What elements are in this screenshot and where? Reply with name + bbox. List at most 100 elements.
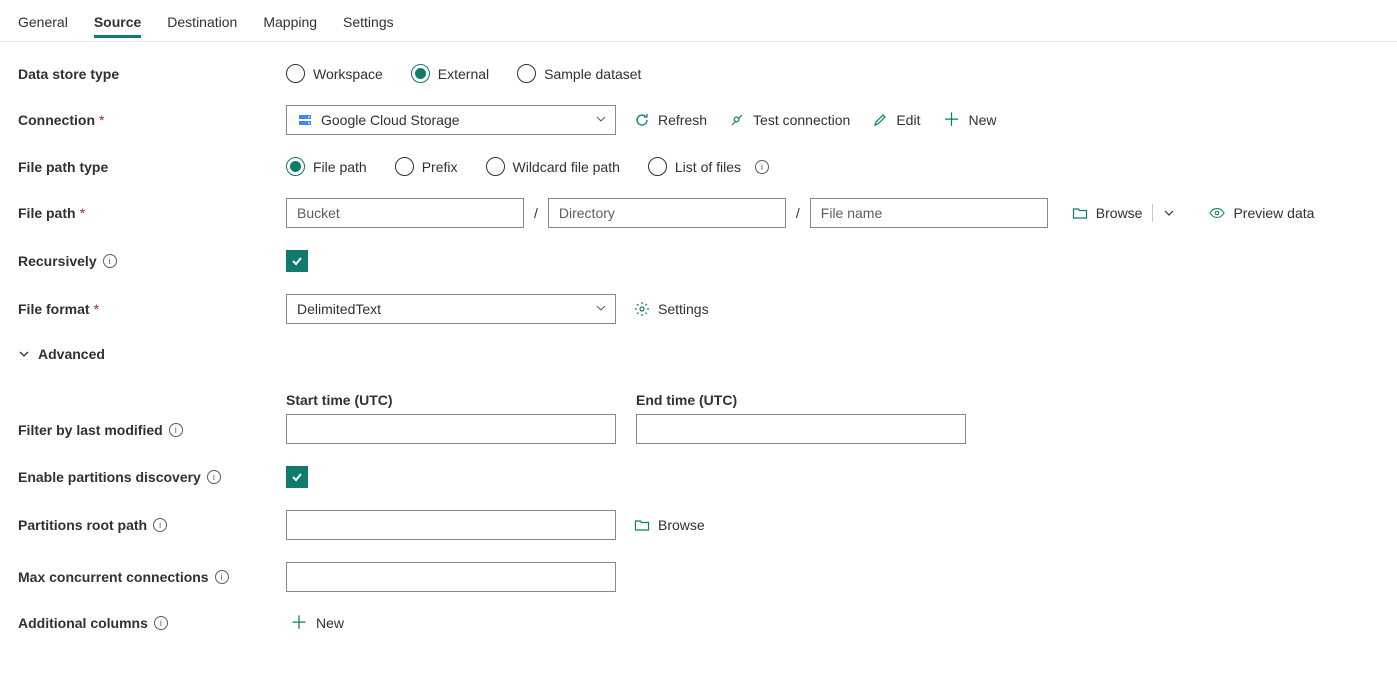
chevron-down-icon — [595, 112, 607, 128]
radio-icon — [411, 64, 430, 83]
row-enable-partitions-discovery: Enable partitions discovery i — [0, 466, 1397, 488]
radio-workspace-label: Workspace — [313, 66, 383, 82]
new-column-label: New — [316, 615, 344, 631]
plus-icon: ＋ — [290, 614, 308, 632]
tab-destination[interactable]: Destination — [167, 4, 237, 38]
radio-list-of-files[interactable]: List of files i — [648, 157, 769, 176]
label-additional-columns: Additional columns i — [18, 615, 286, 631]
label-start-time: Start time (UTC) — [286, 392, 616, 408]
info-icon[interactable]: i — [169, 423, 183, 437]
folder-icon — [634, 517, 650, 533]
info-icon[interactable]: i — [755, 160, 769, 174]
info-icon[interactable]: i — [215, 570, 229, 584]
radio-file-path-label: File path — [313, 159, 367, 175]
chevron-down-icon — [1163, 207, 1175, 219]
radio-icon — [517, 64, 536, 83]
file-path-type-group: File path Prefix Wildcard file path List… — [286, 157, 769, 176]
check-icon — [290, 470, 304, 484]
radio-icon — [395, 157, 414, 176]
preview-icon — [1209, 205, 1225, 221]
enable-partitions-discovery-checkbox[interactable] — [286, 466, 308, 488]
radio-sample-dataset[interactable]: Sample dataset — [517, 64, 641, 83]
radio-external-label: External — [438, 66, 489, 82]
info-icon[interactable]: i — [207, 470, 221, 484]
file-format-value: DelimitedText — [297, 301, 381, 317]
refresh-button[interactable]: Refresh — [630, 112, 711, 128]
radio-icon — [286, 64, 305, 83]
preview-data-button[interactable]: Preview data — [1205, 205, 1318, 221]
path-separator: / — [792, 205, 804, 221]
radio-list-of-files-label: List of files — [675, 159, 741, 175]
radio-icon — [486, 157, 505, 176]
tab-settings[interactable]: Settings — [343, 4, 394, 38]
radio-prefix[interactable]: Prefix — [395, 157, 458, 176]
connection-value: Google Cloud Storage — [321, 112, 460, 128]
connection-select[interactable]: Google Cloud Storage — [286, 105, 616, 135]
directory-input[interactable] — [548, 198, 786, 228]
info-icon[interactable]: i — [154, 616, 168, 630]
radio-file-path[interactable]: File path — [286, 157, 367, 176]
test-connection-icon — [729, 112, 745, 128]
new-connection-button[interactable]: ＋ New — [938, 111, 1000, 129]
filename-input[interactable] — [810, 198, 1048, 228]
partitions-root-path-input[interactable] — [286, 510, 616, 540]
radio-prefix-label: Prefix — [422, 159, 458, 175]
edit-button[interactable]: Edit — [868, 112, 924, 128]
browse-button[interactable]: Browse — [1068, 205, 1147, 221]
test-connection-button[interactable]: Test connection — [725, 112, 854, 128]
file-format-select[interactable]: DelimitedText — [286, 294, 616, 324]
data-store-type-group: Workspace External Sample dataset — [286, 64, 641, 83]
radio-icon — [648, 157, 667, 176]
info-icon[interactable]: i — [103, 254, 117, 268]
label-connection: Connection* — [18, 112, 286, 128]
advanced-toggle[interactable]: Advanced — [0, 346, 1397, 362]
label-enable-partitions-discovery: Enable partitions discovery i — [18, 469, 286, 485]
check-icon — [290, 254, 304, 268]
row-recursively: Recursively i — [0, 250, 1397, 272]
tab-mapping[interactable]: Mapping — [263, 4, 317, 38]
browse-label: Browse — [1096, 205, 1143, 221]
label-file-path-type: File path type — [18, 159, 286, 175]
edit-label: Edit — [896, 112, 920, 128]
settings-label: Settings — [658, 301, 709, 317]
label-data-store-type: Data store type — [18, 66, 286, 82]
advanced-label: Advanced — [38, 346, 105, 362]
label-file-format: File format* — [18, 301, 286, 317]
settings-icon — [634, 301, 650, 317]
row-partitions-root-path: Partitions root path i Browse — [0, 510, 1397, 540]
plus-icon: ＋ — [942, 111, 960, 129]
label-partitions-root-path: Partitions root path i — [18, 517, 286, 533]
radio-workspace[interactable]: Workspace — [286, 64, 383, 83]
chevron-down-icon — [18, 348, 30, 360]
tab-general[interactable]: General — [18, 4, 68, 38]
radio-wildcard[interactable]: Wildcard file path — [486, 157, 620, 176]
bucket-input[interactable] — [286, 198, 524, 228]
test-connection-label: Test connection — [753, 112, 850, 128]
partitions-browse-label: Browse — [658, 517, 705, 533]
folder-icon — [1072, 205, 1088, 221]
label-file-path: File path* — [18, 205, 286, 221]
partitions-browse-button[interactable]: Browse — [630, 517, 709, 533]
radio-icon — [286, 157, 305, 176]
browse-dropdown[interactable] — [1159, 207, 1179, 219]
tab-source[interactable]: Source — [94, 4, 141, 38]
end-time-input[interactable] — [636, 414, 966, 444]
radio-sample-dataset-label: Sample dataset — [544, 66, 641, 82]
path-separator: / — [530, 205, 542, 221]
row-max-concurrent-connections: Max concurrent connections i — [0, 562, 1397, 592]
tab-bar: General Source Destination Mapping Setti… — [0, 0, 1397, 42]
chevron-down-icon — [595, 301, 607, 317]
radio-wildcard-label: Wildcard file path — [513, 159, 620, 175]
start-time-input[interactable] — [286, 414, 616, 444]
recursively-checkbox[interactable] — [286, 250, 308, 272]
radio-external[interactable]: External — [411, 64, 489, 83]
row-file-path-type: File path type File path Prefix Wildcard… — [0, 157, 1397, 176]
refresh-icon — [634, 112, 650, 128]
info-icon[interactable]: i — [153, 518, 167, 532]
file-format-settings-button[interactable]: Settings — [630, 301, 713, 317]
new-label: New — [968, 112, 996, 128]
max-concurrent-connections-input[interactable] — [286, 562, 616, 592]
edit-icon — [872, 112, 888, 128]
new-column-button[interactable]: ＋ New — [286, 614, 348, 632]
label-recursively: Recursively i — [18, 253, 286, 269]
